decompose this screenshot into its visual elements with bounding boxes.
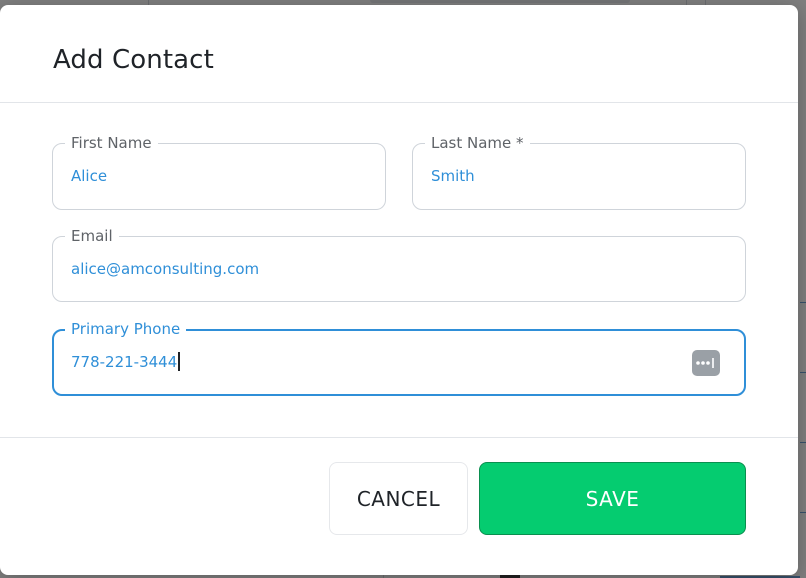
primary-phone-field[interactable]: Primary Phone 778-221-3444 (52, 320, 746, 396)
email-field[interactable]: Email alice@amconsulting.com (52, 227, 746, 302)
first-name-label: First Name (65, 134, 158, 152)
dialog-title: Add Contact (53, 45, 214, 75)
last-name-field[interactable]: Last Name * Smith (412, 134, 746, 210)
footer-divider (0, 437, 798, 438)
header-divider (0, 102, 798, 103)
dots-icon (696, 358, 714, 368)
first-name-input[interactable]: Alice (71, 166, 107, 186)
last-name-label: Last Name * (425, 134, 530, 152)
save-button[interactable]: SAVE (479, 462, 746, 535)
primary-phone-input[interactable]: 778-221-3444 (71, 352, 180, 372)
primary-phone-label: Primary Phone (65, 320, 187, 338)
last-name-input[interactable]: Smith (431, 166, 475, 186)
first-name-field[interactable]: First Name Alice (52, 134, 386, 210)
primary-phone-value: 778-221-3444 (71, 353, 178, 371)
cancel-button[interactable]: CANCEL (329, 462, 468, 535)
email-label: Email (65, 227, 119, 245)
email-input[interactable]: alice@amconsulting.com (71, 259, 259, 279)
password-manager-icon[interactable] (692, 350, 720, 376)
text-caret (178, 352, 180, 371)
add-contact-dialog: Add Contact First Name Alice Last Name *… (0, 5, 798, 575)
